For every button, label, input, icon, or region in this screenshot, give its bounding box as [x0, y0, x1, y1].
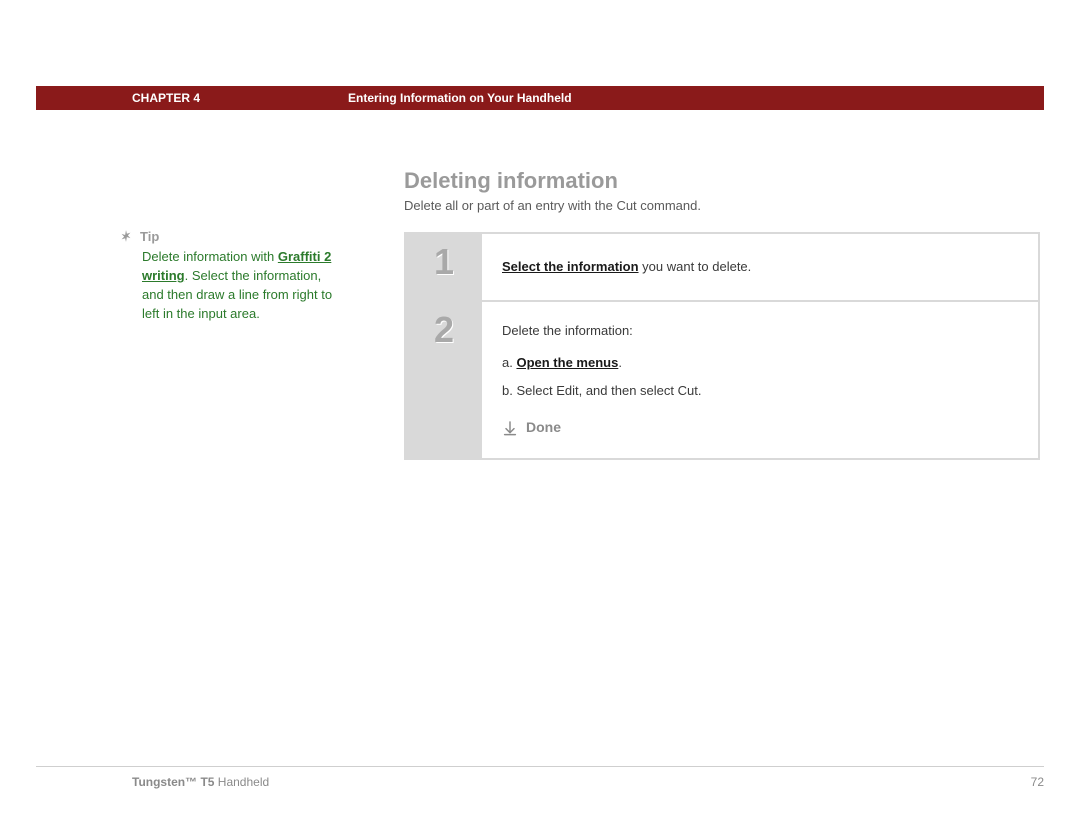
page: CHAPTER 4 Entering Information on Your H…	[0, 0, 1080, 834]
asterisk-icon	[118, 228, 134, 244]
tip-box: Tip Delete information with Graffiti 2 w…	[118, 228, 344, 323]
sub-steps: a. Open the menus. b. Select Edit, and t…	[502, 352, 1018, 402]
sub-step-b: b. Select Edit, and then select Cut.	[502, 380, 1018, 402]
tip-header: Tip	[120, 228, 344, 244]
sub-step-a-prefix: a.	[502, 355, 516, 370]
chapter-label: CHAPTER 4	[36, 91, 336, 105]
done-line: Done	[502, 416, 1018, 440]
step-2: 2 Delete the information: a. Open the me…	[406, 302, 1038, 458]
tip-text-pre: Delete information with	[142, 249, 278, 264]
tip-body: Delete information with Graffiti 2 writi…	[142, 248, 344, 323]
step-number: 1	[434, 244, 454, 280]
step-1-rest: you want to delete.	[639, 259, 752, 274]
page-footer: Tungsten™ T5 Handheld 72	[36, 766, 1044, 789]
chapter-header-bar: CHAPTER 4 Entering Information on Your H…	[36, 86, 1044, 110]
page-number: 72	[1031, 775, 1044, 789]
footer-product-bold: Tungsten™ T5	[132, 775, 214, 789]
sub-step-a-suffix: .	[618, 355, 622, 370]
select-information-link[interactable]: Select the information	[502, 259, 639, 274]
step-body: Delete the information: a. Open the menu…	[482, 302, 1038, 458]
step-number-cell: 1	[406, 234, 482, 300]
tip-label: Tip	[140, 229, 159, 244]
footer-product: Tungsten™ T5 Handheld	[36, 775, 269, 789]
footer-product-rest: Handheld	[214, 775, 269, 789]
open-menus-link[interactable]: Open the menus	[516, 355, 618, 370]
step-body: Select the information you want to delet…	[482, 234, 1038, 300]
steps-container: 1 Select the information you want to del…	[404, 232, 1040, 460]
section-subheading: Delete all or part of an entry with the …	[404, 198, 701, 213]
chapter-title: Entering Information on Your Handheld	[336, 91, 572, 105]
step-number: 2	[434, 312, 454, 348]
sub-step-a: a. Open the menus.	[502, 352, 1018, 374]
step-2-intro: Delete the information:	[502, 320, 1018, 342]
section-heading: Deleting information	[404, 168, 618, 194]
down-arrow-icon	[502, 420, 518, 436]
step-number-cell: 2	[406, 302, 482, 458]
done-label: Done	[526, 416, 561, 440]
step-1: 1 Select the information you want to del…	[406, 234, 1038, 302]
